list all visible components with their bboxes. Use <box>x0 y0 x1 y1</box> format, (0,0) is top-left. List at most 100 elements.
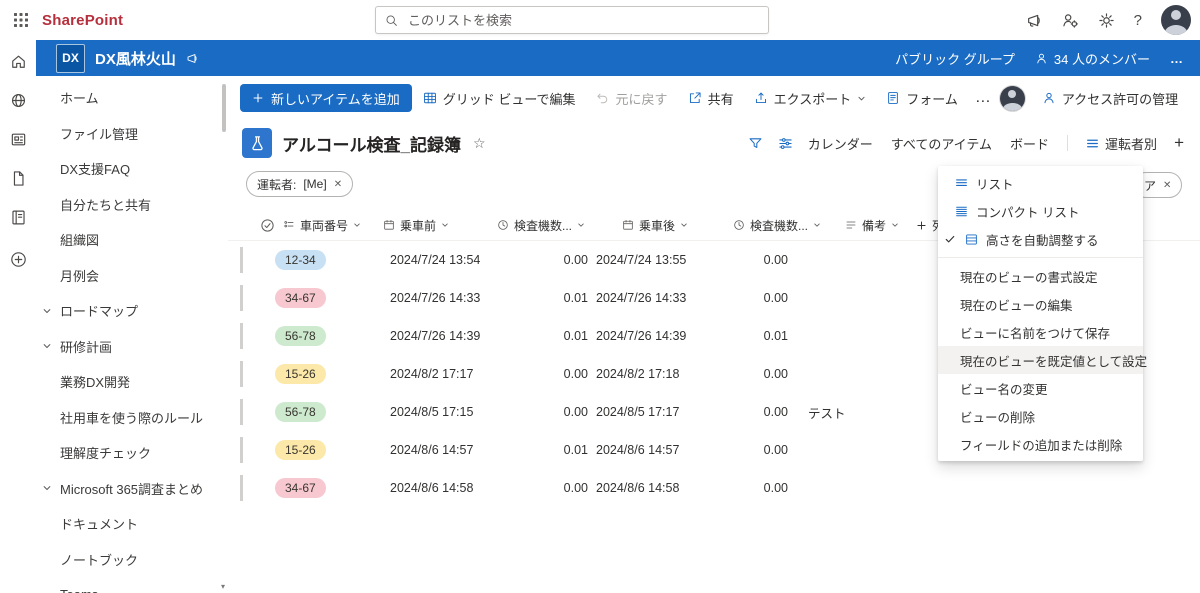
sidebar-item-label: 月例会 <box>60 268 100 284</box>
settings-gear-icon[interactable] <box>1098 12 1115 29</box>
sidebar-item[interactable]: ファイル管理 <box>36 116 228 152</box>
form-button[interactable]: フォーム <box>877 84 967 112</box>
members-link[interactable]: 34 人のメンバー <box>1035 49 1150 68</box>
view-tab-2[interactable]: すべてのアイテム <box>891 134 992 153</box>
sidebar-item[interactable]: DX支援FAQ <box>36 151 228 187</box>
sidebar-item[interactable]: Microsoft 365調査まとめ <box>36 471 228 507</box>
select-all-checkbox[interactable] <box>254 210 280 240</box>
menu-item[interactable]: ビュー名の変更 <box>938 374 1143 402</box>
sidebar-item[interactable]: ホーム <box>36 80 228 116</box>
sidebar-item[interactable]: 社用車を使う際のルール <box>36 400 228 436</box>
admin-settings-icon[interactable] <box>1062 12 1079 29</box>
menu-item[interactable]: 現在のビューの書式設定 <box>938 262 1143 290</box>
column-header[interactable]: 車両番号 <box>283 210 361 240</box>
export-button[interactable]: エクスポート <box>745 84 876 112</box>
view-tab-1[interactable]: カレンダー <box>808 134 873 153</box>
menu-item[interactable]: 高さを自動調整する <box>938 225 1143 253</box>
favorite-star-icon[interactable]: ☆ <box>473 135 486 152</box>
vehicle-pill[interactable]: 34-67 <box>275 478 326 498</box>
manage-access-button[interactable]: アクセス許可の管理 <box>1033 84 1187 112</box>
nav-scroll-down-arrow[interactable]: ▾ <box>218 582 228 592</box>
member-avatar[interactable] <box>999 85 1025 111</box>
rail-item-add-circle[interactable] <box>0 240 36 279</box>
remove-filter-icon[interactable]: ✕ <box>334 179 342 190</box>
list-row[interactable]: 34-67 2024/8/6 14:58 0.00 2024/8/6 14:58 0.0… <box>228 469 1200 507</box>
sidebar-item[interactable]: 自分たちと共有 <box>36 187 228 223</box>
add-view-button[interactable]: + <box>1172 133 1186 153</box>
view-options-icon[interactable] <box>778 136 793 151</box>
vehicle-pill[interactable]: 15-26 <box>275 364 326 384</box>
site-title[interactable]: DX風林火山 <box>95 48 176 69</box>
menu-item[interactable]: ビューに名前をつけて保存 <box>938 318 1143 346</box>
view-tab-label: カレンダー <box>807 136 873 152</box>
rail-item-documents[interactable] <box>0 159 36 198</box>
app-brand[interactable]: SharePoint <box>42 12 123 29</box>
menu-item[interactable]: 現在のビューを既定値として設定 <box>938 346 1147 374</box>
chevron-down-icon <box>891 221 899 229</box>
search-box[interactable] <box>375 6 769 34</box>
rail-item-globe[interactable] <box>0 81 36 120</box>
app-launcher-button[interactable] <box>0 0 42 40</box>
sidebar-item[interactable]: ドキュメント <box>36 506 228 542</box>
menu-item[interactable]: 現在のビューの編集 <box>938 290 1143 318</box>
remove-filter-icon[interactable]: ✕ <box>1163 180 1171 191</box>
suite-actions: ? <box>1026 5 1200 35</box>
column-header[interactable]: 乗車後 <box>622 210 688 240</box>
site-more-button[interactable]: … <box>1170 51 1184 66</box>
sidebar-item[interactable]: ロードマップ <box>36 293 228 329</box>
sidebar-item[interactable]: ノートブック <box>36 542 228 578</box>
edit-grid-view-button[interactable]: グリッド ビューで編集 <box>414 84 585 112</box>
sidebar-item[interactable]: Teams <box>36 577 228 593</box>
new-item-button[interactable]: 新しいアイテムを追加 <box>240 84 412 112</box>
share-button[interactable]: 共有 <box>679 84 743 112</box>
filter-pill[interactable]: 運転者: [Me] ✕ <box>246 171 354 197</box>
undo-button[interactable]: 元に戻す <box>587 84 677 112</box>
menu-item[interactable]: フィールドの追加または削除 <box>938 430 1143 458</box>
cell-vehicle: 56-78 <box>275 393 387 431</box>
chevron-down-icon <box>42 306 52 316</box>
search-input[interactable] <box>406 11 759 29</box>
cell-after-ride: 2024/8/5 17:17 <box>596 405 680 419</box>
documents-icon <box>10 170 27 187</box>
view-tab-3[interactable]: ボード <box>1010 134 1049 153</box>
column-label: 乗車後 <box>639 218 676 233</box>
vehicle-pill[interactable]: 56-78 <box>275 326 326 346</box>
commandbar-more-button[interactable]: … <box>969 84 998 112</box>
undo-icon <box>596 91 610 105</box>
column-label: 検査機数... <box>514 218 573 233</box>
sidebar-item-label: ドキュメント <box>60 517 139 533</box>
vehicle-pill[interactable]: 15-26 <box>275 440 326 460</box>
manage-access-label: アクセス許可の管理 <box>1061 91 1179 107</box>
column-header[interactable]: 乗車前 <box>383 210 449 240</box>
column-header[interactable]: 検査機数... <box>733 210 821 240</box>
app-rail <box>0 40 36 593</box>
sidebar-item[interactable]: 月例会 <box>36 258 228 294</box>
sidebar-item[interactable]: 組織図 <box>36 222 228 258</box>
sidebar-item-label: 理解度チェック <box>60 446 152 462</box>
filter-icon[interactable] <box>748 136 763 151</box>
cell-note: テスト <box>808 406 846 421</box>
rail-item-notebook[interactable] <box>0 198 36 237</box>
announcement-icon[interactable] <box>1026 12 1043 29</box>
menu-item[interactable]: リスト <box>938 169 1143 197</box>
person-icon <box>1042 91 1056 105</box>
sidebar-item[interactable]: 研修計画 <box>36 329 228 365</box>
vehicle-pill[interactable]: 34-67 <box>275 288 326 308</box>
sidebar-item[interactable]: 理解度チェック <box>36 435 228 471</box>
nav-scrollbar[interactable] <box>222 84 226 132</box>
rail-item-home[interactable] <box>0 42 36 81</box>
cell-inspection-value-1: 0.00 <box>563 405 588 419</box>
sidebar-item[interactable]: 業務DX開発 <box>36 364 228 400</box>
view-tab-4[interactable]: 運転者別 <box>1086 134 1157 153</box>
site-logo[interactable]: DX <box>56 43 85 73</box>
menu-item[interactable]: コンパクト リスト <box>938 197 1143 225</box>
menu-item[interactable]: ビューの削除 <box>938 402 1143 430</box>
site-navigation: ホーム ファイル管理 DX支援FAQ 自分たちと共有 組織図月例会ロードマップ 研修計画業… <box>36 76 229 593</box>
column-header[interactable]: 備考 <box>845 210 899 240</box>
help-icon[interactable]: ? <box>1134 12 1142 29</box>
rail-item-news[interactable] <box>0 120 36 159</box>
vehicle-pill[interactable]: 12-34 <box>275 250 326 270</box>
column-header[interactable]: 検査機数... <box>497 210 585 240</box>
vehicle-pill[interactable]: 56-78 <box>275 402 326 422</box>
account-avatar[interactable] <box>1161 5 1191 35</box>
